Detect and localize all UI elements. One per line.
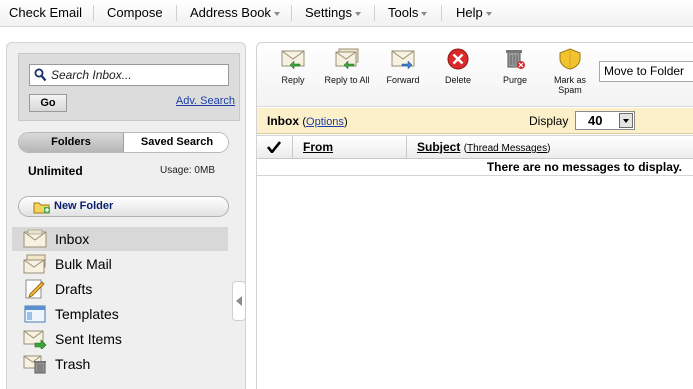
menu-separator [176,5,177,21]
menu-separator [93,5,94,21]
tab-folders[interactable]: Folders [19,133,124,152]
templates-icon [24,305,46,323]
reply-all-button[interactable]: Reply to All [319,47,375,103]
menu-settings-label: Settings [305,5,352,20]
menu-tools-label: Tools [388,5,419,20]
thread-messages: (Thread Messages) [463,143,551,154]
inbox-options: (Options) [302,116,348,128]
folder-label-trash: Trash [55,356,91,372]
folder-label-bulk-mail: Bulk Mail [55,256,112,272]
folder-label-sent-items: Sent Items [55,331,122,347]
search-icon [34,68,47,82]
bulk-mail-icon [23,254,46,274]
thread-messages-link[interactable]: Thread Messages [467,143,547,154]
folder-item-drafts[interactable]: Drafts [12,277,228,301]
search-box: Search Inbox... Go Adv. Search [18,53,240,121]
new-folder-button[interactable]: New Folder [18,196,229,217]
message-panel: Reply Reply to All Forward Delete Purge … [256,42,693,389]
menu-separator [441,5,442,21]
chevron-left-icon [236,296,242,306]
top-menu-bar: Check Email Compose Address Book Setting… [0,0,693,27]
menu-help[interactable]: Help [456,0,492,26]
checkmark-icon [267,141,281,153]
select-all-column[interactable] [257,136,293,158]
search-placeholder: Search Inbox... [51,68,132,82]
sent-items-icon [23,330,47,349]
delete-icon [447,48,469,70]
adv-search-link[interactable]: Adv. Search [176,95,235,107]
left-sidebar: Search Inbox... Go Adv. Search Folders S… [6,42,246,389]
mark-spam-label-line2: Spam [558,85,582,95]
display-count-value: 40 [588,113,603,128]
from-column-header[interactable]: From [293,136,407,158]
new-folder-label: New Folder [54,200,114,212]
spam-shield-icon [559,48,581,70]
folder-item-sent-items[interactable]: Sent Items [12,327,228,351]
inbox-title-text: Inbox [267,114,299,128]
usage-label: Usage: 0MB [159,165,215,176]
go-button[interactable]: Go [29,94,67,112]
inbox-options-link[interactable]: Options [306,116,344,128]
menu-compose[interactable]: Compose [107,0,163,26]
chevron-down-icon [273,11,280,16]
menu-check-email[interactable]: Check Email [9,0,82,26]
search-input[interactable]: Search Inbox... [29,64,229,86]
chevron-down-icon [485,11,492,16]
menu-separator [291,5,292,21]
reply-button[interactable]: Reply [271,47,315,103]
subject-column-label: Subject [417,140,461,154]
purge-label: Purge [502,75,528,85]
display-count-select[interactable]: 40 [575,111,635,130]
reply-label: Reply [281,75,305,85]
drafts-icon [25,279,45,299]
reply-all-icon [335,48,359,70]
empty-message-text: There are no messages to display. [486,160,682,174]
chevron-down-icon [421,11,428,16]
quota-label: Unlimited [28,164,83,178]
folder-tabs: Folders Saved Search [18,132,229,153]
menu-separator [374,5,375,21]
menu-address-book[interactable]: Address Book [190,0,280,26]
trash-icon [23,355,46,374]
folder-label-drafts: Drafts [55,281,93,297]
purge-button[interactable]: Purge [494,47,536,103]
delete-label: Delete [444,75,471,85]
mark-spam-button[interactable]: Mark as Spam [548,47,592,103]
mark-spam-label-line1: Mark as [553,75,586,85]
forward-label: Forward [386,75,420,85]
inbox-bar: Inbox (Options) Display 40 [257,108,693,134]
delete-button[interactable]: Delete [437,47,479,103]
message-grid-header: From Subject (Thread Messages) [257,135,693,159]
menu-help-label: Help [456,5,483,20]
mark-spam-label: Mark as Spam [548,75,592,95]
tab-saved-search[interactable]: Saved Search [124,133,228,152]
chevron-down-icon [354,11,361,16]
folder-item-templates[interactable]: Templates [12,302,228,326]
reply-all-label: Reply to All [324,75,370,85]
folder-item-trash[interactable]: Trash [12,352,228,376]
purge-icon [506,50,525,69]
subject-column-header[interactable]: Subject (Thread Messages) [417,140,550,154]
folder-item-bulk-mail[interactable]: Bulk Mail [12,252,228,276]
folder-label-templates: Templates [55,306,119,322]
message-toolbar: Reply Reply to All Forward Delete Purge … [257,43,693,107]
folder-item-inbox[interactable]: Inbox [12,227,228,251]
move-to-folder-select[interactable]: Move to Folder [599,61,693,82]
folder-label-inbox: Inbox [55,231,90,247]
menu-settings[interactable]: Settings [305,0,361,26]
forward-icon [391,50,415,70]
new-folder-icon [33,202,50,214]
chevron-down-icon [619,113,633,128]
inbox-icon [23,229,47,248]
reply-icon [281,50,305,70]
collapse-sidebar-handle[interactable] [232,281,246,321]
menu-address-book-label: Address Book [190,5,271,20]
forward-button[interactable]: Forward [381,47,425,103]
empty-message-row: There are no messages to display. [257,159,693,176]
inbox-title: Inbox (Options) [267,114,348,128]
menu-tools[interactable]: Tools [388,0,428,26]
display-label: Display [529,114,569,128]
from-column-label: From [303,140,333,154]
